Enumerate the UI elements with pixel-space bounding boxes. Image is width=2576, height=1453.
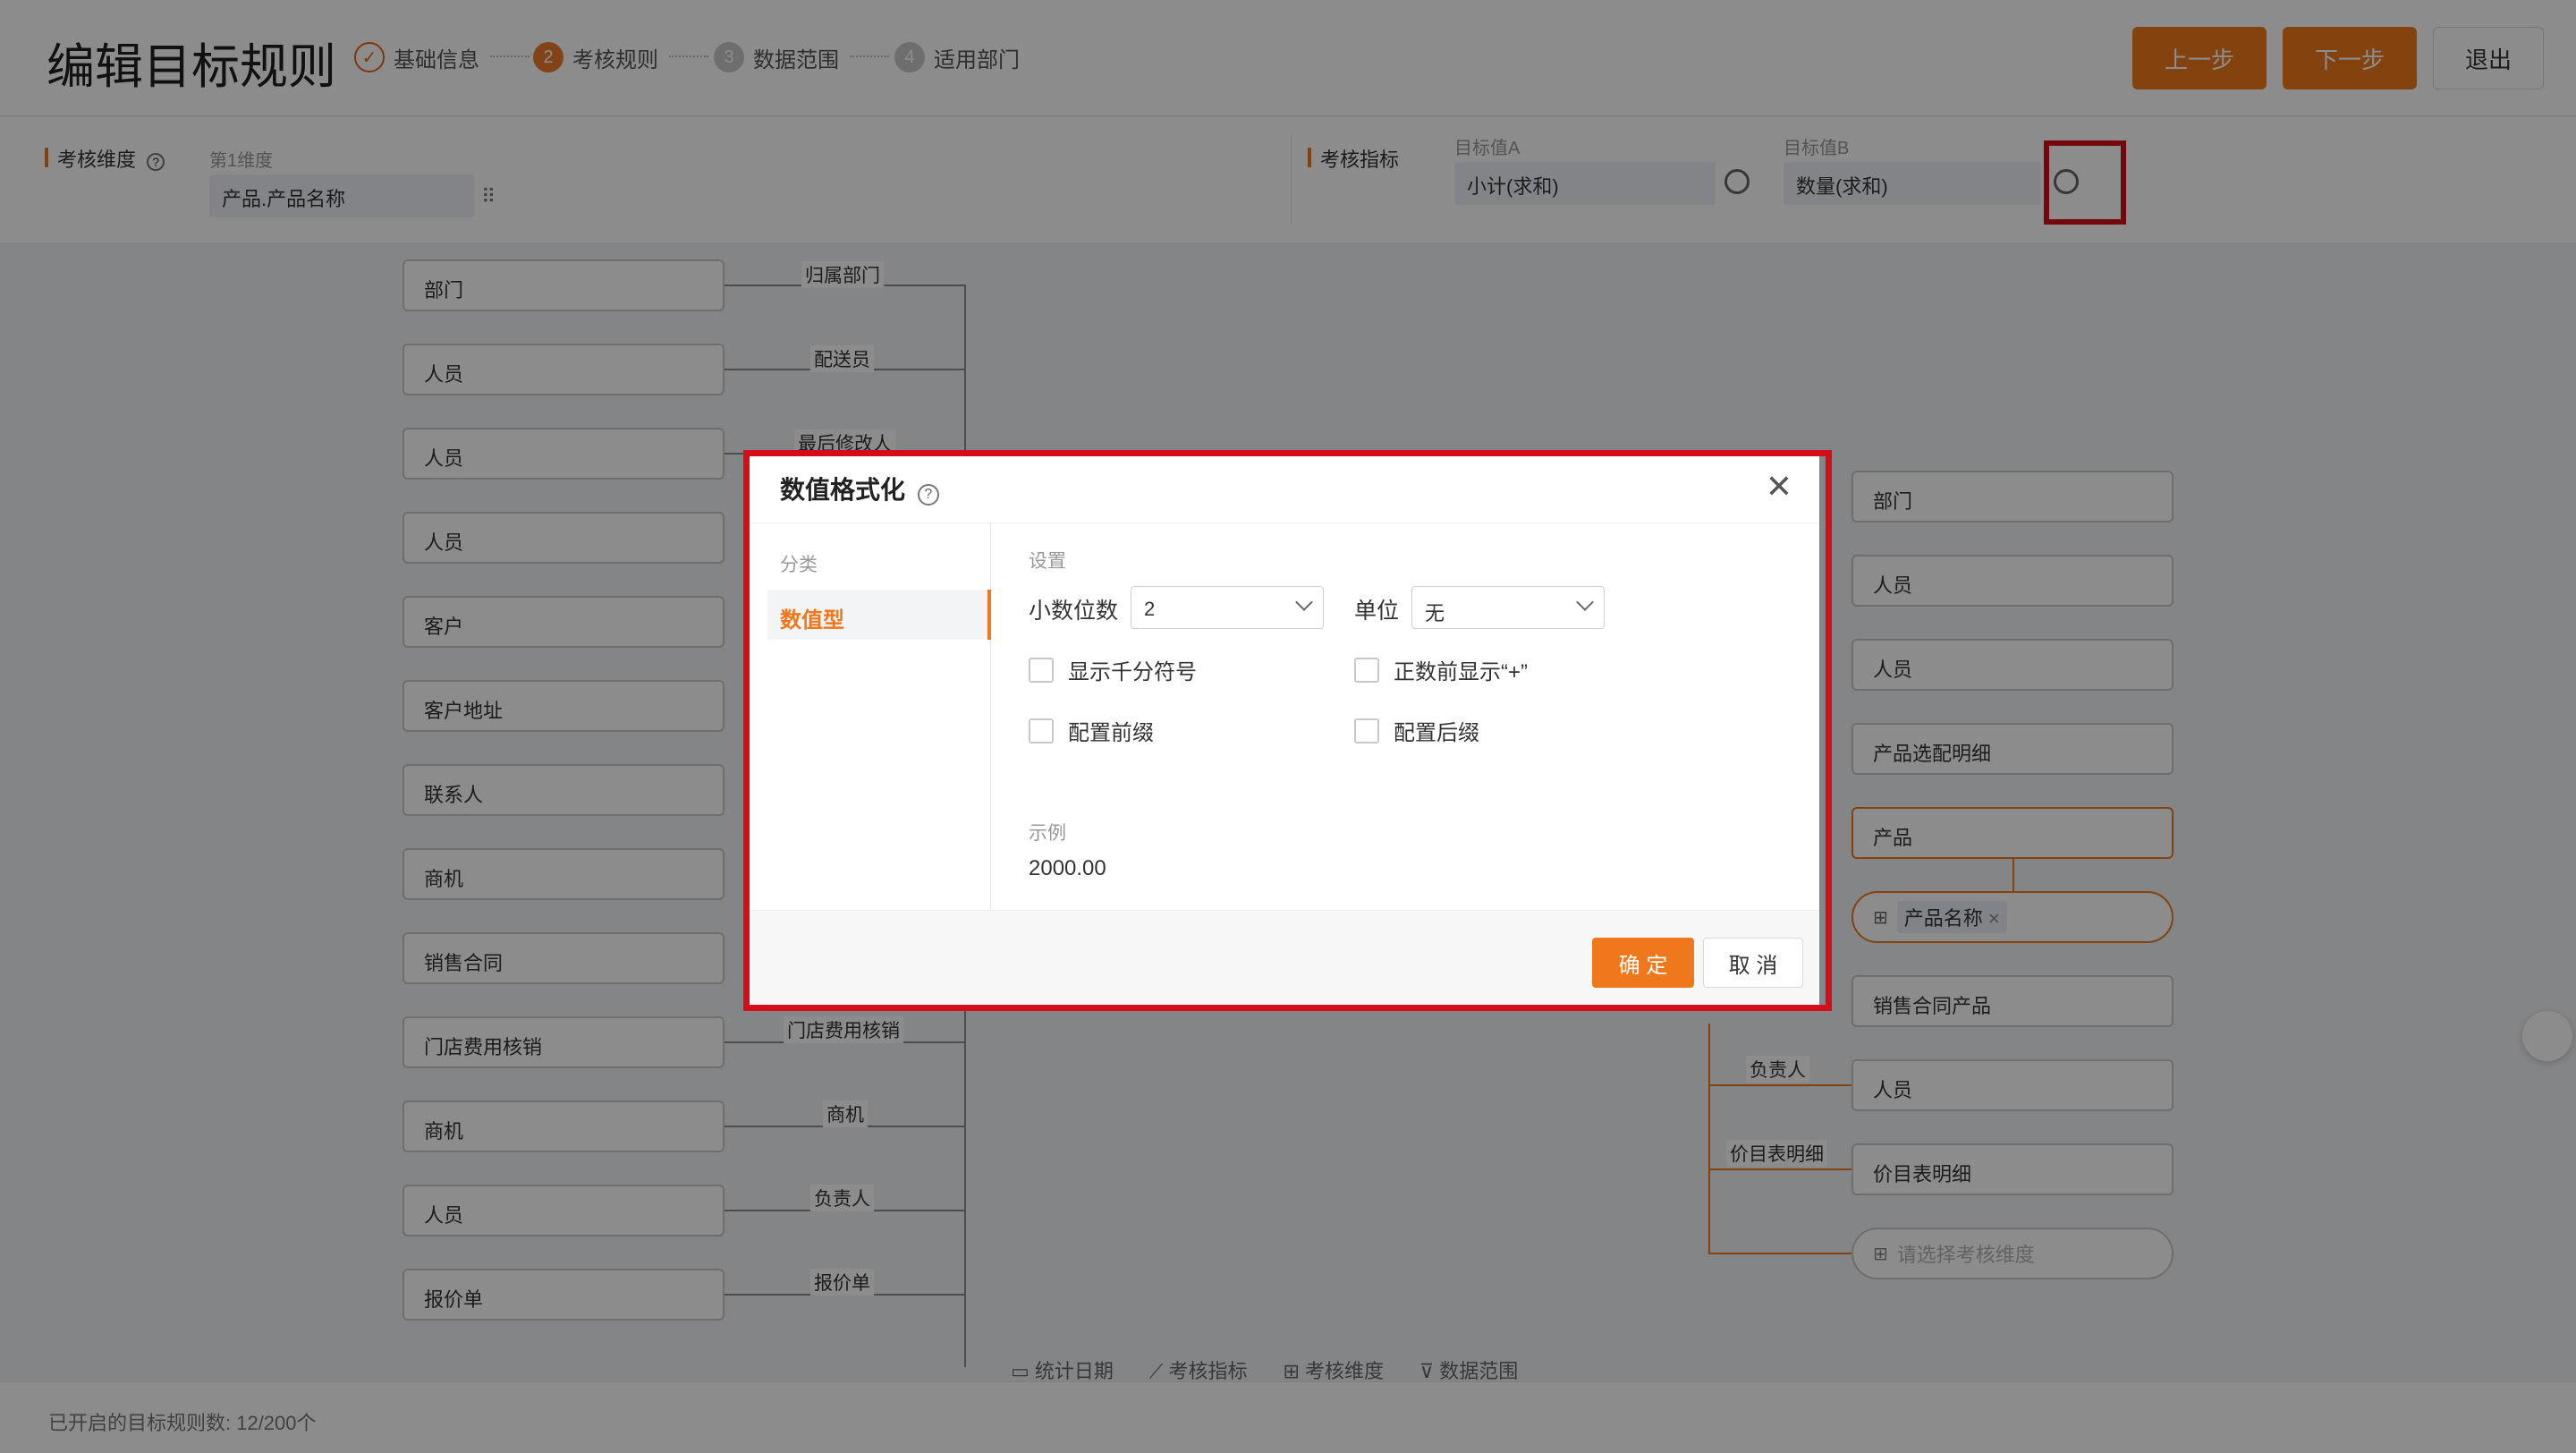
highlight-box <box>743 450 1832 1011</box>
